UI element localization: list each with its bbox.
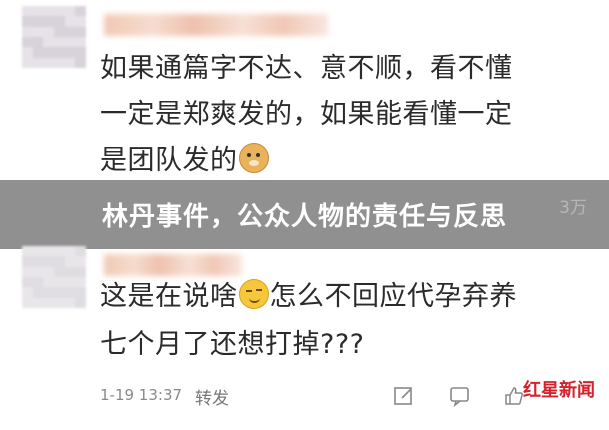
news-logo: 红星新闻 — [523, 380, 595, 401]
comment-line: 这是在说啥 — [100, 281, 238, 312]
comment-line-wrap: 是团队发的 — [100, 138, 270, 184]
comment-icon[interactable] — [449, 385, 471, 407]
edit-icon[interactable] — [393, 385, 415, 407]
comment-line: 一定是郑爽发的，如果能看懂一定 — [100, 99, 513, 130]
username-blurred[interactable] — [104, 14, 328, 36]
like-count: 3万 — [559, 198, 587, 218]
headline-title: 林丹事件，公众人物的责任与反思 — [101, 202, 507, 232]
share-button[interactable]: 转发 — [195, 384, 229, 409]
doge-icon — [238, 143, 269, 173]
comment-line: 七个月了还想打掉??? — [100, 329, 365, 360]
comment-line: 是团队发的 — [100, 145, 238, 176]
comment-line-wrap: 这是在说啥 怎么不回应代孕弃养 — [100, 274, 517, 320]
comment-line: 如果通篇字不达、意不顺，看不懂 — [100, 53, 513, 84]
avatar[interactable] — [22, 6, 86, 68]
comment-line: 怎么不回应代孕弃养 — [269, 281, 517, 312]
avatar[interactable] — [22, 246, 86, 308]
username-blurred[interactable] — [104, 254, 242, 276]
headline-banner: 林丹事件，公众人物的责任与反思 — [0, 180, 609, 249]
smirk-icon — [238, 279, 269, 309]
like-icon[interactable] — [503, 385, 525, 407]
timestamp: 1-19 13:37 — [100, 386, 183, 404]
